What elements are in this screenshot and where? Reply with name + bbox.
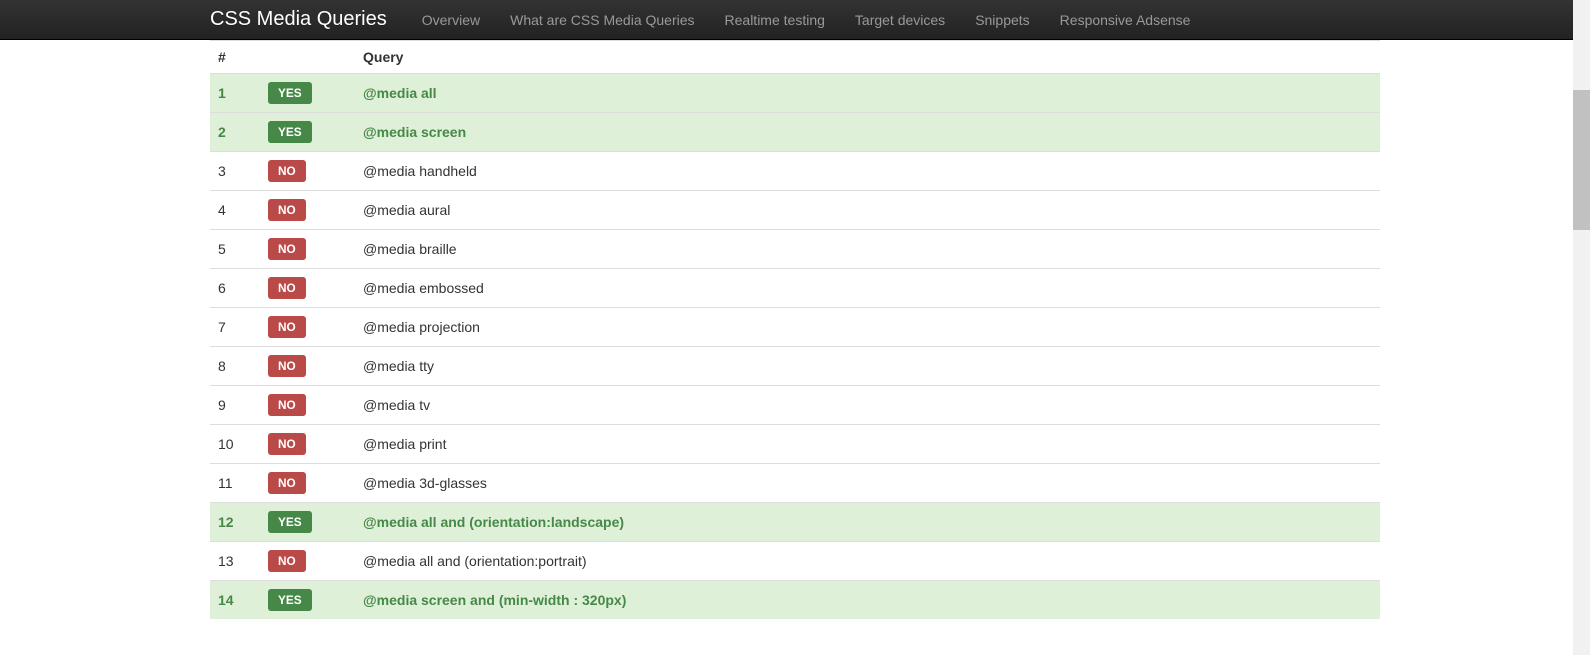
row-status-cell: NO [260, 347, 355, 386]
table-row: 6 NO @media embossed [210, 269, 1380, 308]
nav-link-snippets[interactable]: Snippets [975, 12, 1029, 28]
row-query: @media tv [355, 386, 1380, 425]
row-number: 6 [210, 269, 260, 308]
nav-links: Overview What are CSS Media Queries Real… [407, 2, 1206, 38]
row-query: @media handheld [355, 152, 1380, 191]
nav-link-overview[interactable]: Overview [422, 12, 480, 28]
row-number: 1 [210, 74, 260, 113]
row-number: 14 [210, 581, 260, 620]
row-status-cell: NO [260, 464, 355, 503]
row-number: 9 [210, 386, 260, 425]
status-badge: NO [268, 277, 306, 299]
brand-title[interactable]: CSS Media Queries [210, 8, 407, 31]
navbar: CSS Media Queries Overview What are CSS … [0, 0, 1590, 40]
status-badge: NO [268, 433, 306, 455]
table-row: 4 NO @media aural [210, 191, 1380, 230]
row-number: 11 [210, 464, 260, 503]
row-number: 5 [210, 230, 260, 269]
status-badge: NO [268, 472, 306, 494]
row-query: @media screen and (min-width : 320px) [355, 581, 1380, 620]
row-number: 10 [210, 425, 260, 464]
row-query: @media all [355, 74, 1380, 113]
table-row: 11 NO @media 3d-glasses [210, 464, 1380, 503]
row-status-cell: NO [260, 542, 355, 581]
table-row: 8 NO @media tty [210, 347, 1380, 386]
scrollbar-track[interactable] [1573, 0, 1590, 655]
status-badge: NO [268, 355, 306, 377]
row-query: @media print [355, 425, 1380, 464]
table-row: 13 NO @media all and (orientation:portrait… [210, 542, 1380, 581]
row-query: @media all and (orientation:portrait) [355, 542, 1380, 581]
row-query: @media screen [355, 113, 1380, 152]
row-number: 7 [210, 308, 260, 347]
row-number: 3 [210, 152, 260, 191]
row-query: @media tty [355, 347, 1380, 386]
status-badge: NO [268, 550, 306, 572]
row-query: @media braille [355, 230, 1380, 269]
row-status-cell: NO [260, 386, 355, 425]
status-badge: NO [268, 316, 306, 338]
header-status [260, 41, 355, 74]
row-number: 8 [210, 347, 260, 386]
row-number: 2 [210, 113, 260, 152]
row-query: @media 3d-glasses [355, 464, 1380, 503]
row-status-cell: YES [260, 74, 355, 113]
row-status-cell: NO [260, 230, 355, 269]
row-status-cell: NO [260, 425, 355, 464]
row-number: 4 [210, 191, 260, 230]
header-num: # [210, 41, 260, 74]
table-row: 10 NO @media print [210, 425, 1380, 464]
nav-link-responsive-adsense[interactable]: Responsive Adsense [1060, 12, 1191, 28]
nav-link-realtime[interactable]: Realtime testing [725, 12, 825, 28]
row-status-cell: YES [260, 581, 355, 620]
status-badge: NO [268, 160, 306, 182]
row-status-cell: NO [260, 191, 355, 230]
status-badge: YES [268, 121, 312, 143]
status-badge: YES [268, 589, 312, 611]
table-row: 12 YES @media all and (orientation:landsca… [210, 503, 1380, 542]
row-status-cell: NO [260, 152, 355, 191]
table-row: 7 NO @media projection [210, 308, 1380, 347]
table-row: 14 YES @media screen and (min-width : 320p… [210, 581, 1380, 620]
row-query: @media all and (orientation:landscape) [355, 503, 1380, 542]
table-header-row: # Query [210, 41, 1380, 74]
main-container: # Query 1YES@media all2YES@media screen3… [210, 40, 1380, 619]
row-number: 13 [210, 542, 260, 581]
media-query-table: # Query 1YES@media all2YES@media screen3… [210, 40, 1380, 619]
status-badge: NO [268, 238, 306, 260]
nav-link-what-are[interactable]: What are CSS Media Queries [510, 12, 694, 28]
table-row: 1 YES @media all [210, 74, 1380, 113]
row-query: @media aural [355, 191, 1380, 230]
status-badge: NO [268, 394, 306, 416]
table-row: 2 YES @media screen [210, 113, 1380, 152]
status-badge: YES [268, 82, 312, 104]
header-query: Query [355, 41, 1380, 74]
row-number: 12 [210, 503, 260, 542]
row-status-cell: YES [260, 113, 355, 152]
row-status-cell: NO [260, 308, 355, 347]
table-row: 3 NO @media handheld [210, 152, 1380, 191]
row-status-cell: NO [260, 269, 355, 308]
status-badge: YES [268, 511, 312, 533]
row-status-cell: YES [260, 503, 355, 542]
scrollbar-thumb[interactable] [1573, 90, 1590, 230]
row-query: @media projection [355, 308, 1380, 347]
nav-link-target-devices[interactable]: Target devices [855, 12, 945, 28]
navbar-inner: CSS Media Queries Overview What are CSS … [210, 2, 1380, 38]
table-row: 9 NO @media tv [210, 386, 1380, 425]
row-query: @media embossed [355, 269, 1380, 308]
table-row: 5 NO @media braille [210, 230, 1380, 269]
status-badge: NO [268, 199, 306, 221]
